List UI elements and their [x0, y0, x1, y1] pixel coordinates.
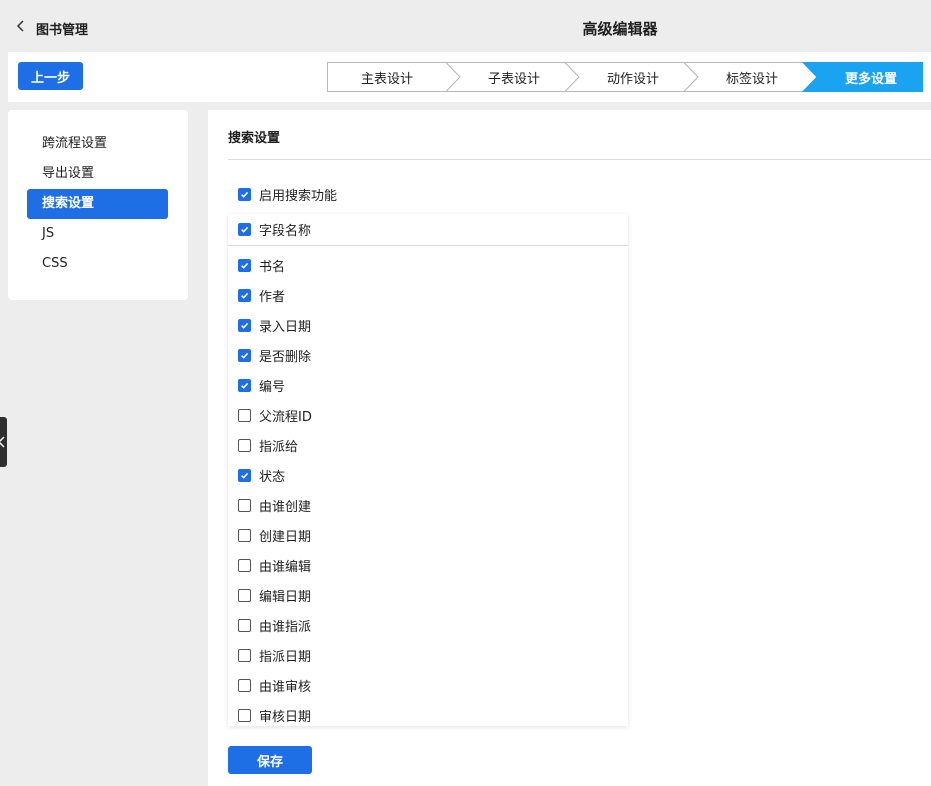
field-checkbox-row[interactable]: 指派给: [238, 435, 298, 455]
checkbox-label: 启用搜索功能: [259, 188, 338, 204]
sidebar-item-js[interactable]: JS: [27, 219, 168, 249]
sidebar-item-cross-flow[interactable]: 跨流程设置: [27, 129, 168, 159]
field-checkbox-row[interactable]: 创建日期: [238, 525, 311, 545]
sidebar-item-export[interactable]: 导出设置: [27, 159, 168, 189]
step-indicator: 主表设计 子表设计 动作设计 标签设计 更多设置: [8, 52, 931, 102]
check-icon: [241, 191, 249, 198]
field-checkbox-row[interactable]: 由谁编辑: [238, 555, 311, 575]
field-label: 由谁指派: [259, 619, 312, 635]
field-checkbox-row[interactable]: 书名: [238, 255, 285, 275]
checkbox-box[interactable]: [238, 258, 251, 272]
top-bar: 图书管理 高级编辑器: [0, 6, 931, 50]
field-checkbox-row[interactable]: 状态: [238, 465, 285, 485]
step-more-settings[interactable]: 更多设置: [837, 68, 905, 87]
field-label: 指派给: [259, 439, 299, 455]
field-label: 是否删除: [259, 349, 312, 365]
field-label: 录入日期: [259, 319, 312, 335]
field-label: 指派日期: [259, 649, 312, 665]
field-checkbox-row[interactable]: 由谁创建: [238, 495, 311, 515]
step-tag-design[interactable]: 标签设计: [718, 68, 786, 87]
checkbox-box[interactable]: [238, 288, 251, 302]
checkbox-box[interactable]: [238, 498, 251, 512]
check-icon: [241, 472, 249, 479]
field-label: 编号: [259, 379, 286, 395]
field-checkbox-row[interactable]: 作者: [238, 285, 285, 305]
checkbox-box[interactable]: [238, 558, 251, 572]
collapse-sidebar-handle[interactable]: [0, 417, 7, 467]
checkbox-box[interactable]: [238, 468, 251, 482]
step-action-design[interactable]: 动作设计: [599, 68, 667, 87]
check-icon: [241, 382, 249, 389]
field-checkbox-row[interactable]: 编号: [238, 375, 285, 395]
field-label: 状态: [259, 469, 286, 485]
checkbox-box[interactable]: [238, 588, 251, 602]
checkbox-box[interactable]: [238, 378, 251, 392]
checkbox-box[interactable]: [238, 678, 251, 692]
field-label: 父流程ID: [259, 409, 312, 425]
check-icon: [241, 226, 249, 233]
field-label: 由谁审核: [259, 679, 312, 695]
field-checkbox-row[interactable]: 由谁审核: [238, 675, 311, 695]
field-label: 作者: [259, 289, 286, 305]
field-checkbox-row[interactable]: 父流程ID: [238, 405, 312, 425]
field-header-label: 字段名称: [259, 223, 312, 239]
checkbox-box[interactable]: [238, 187, 251, 201]
check-icon: [241, 352, 249, 359]
checkbox-box[interactable]: [238, 528, 251, 542]
check-icon: [241, 322, 249, 329]
field-label: 由谁编辑: [259, 559, 312, 575]
checkbox-box[interactable]: [238, 618, 251, 632]
prev-step-button[interactable]: 上一步: [18, 62, 83, 90]
checkbox-box[interactable]: [238, 708, 251, 722]
field-label: 书名: [259, 259, 286, 275]
checkbox-box[interactable]: [238, 408, 251, 422]
checkbox-box[interactable]: [238, 222, 251, 236]
chevron-left-icon: [14, 19, 28, 37]
settings-sidebar: 跨流程设置 导出设置 搜索设置 JS CSS: [8, 110, 188, 300]
checkbox-box[interactable]: [238, 348, 251, 362]
field-label: 由谁创建: [259, 499, 312, 515]
checkbox-box[interactable]: [238, 648, 251, 662]
field-label: 编辑日期: [259, 589, 312, 605]
check-icon: [241, 262, 249, 269]
save-button[interactable]: 保存: [228, 746, 312, 774]
sidebar-item-css[interactable]: CSS: [27, 249, 168, 279]
sidebar-item-search[interactable]: 搜索设置: [27, 189, 168, 219]
step-main-table[interactable]: 主表设计: [353, 68, 421, 87]
field-checkbox-row[interactable]: 编辑日期: [238, 585, 311, 605]
field-checkbox-row[interactable]: 指派日期: [238, 645, 311, 665]
step-bar: 主表设计 子表设计 动作设计 标签设计 更多设置 上一步: [8, 52, 931, 102]
checkbox-box[interactable]: [238, 438, 251, 452]
search-settings-panel: 搜索设置 启用搜索功能 字段名称 书名作者录入日期是否删除编号父流程ID 指派给状…: [208, 110, 931, 786]
divider: [228, 245, 628, 246]
checkbox-box[interactable]: [238, 318, 251, 332]
app-root: 图书管理 高级编辑器 主表设计 子表设计 动作设计 标签设计 更多设置 上一步 …: [0, 0, 931, 786]
step-sub-table[interactable]: 子表设计: [480, 68, 548, 87]
section-title: 搜索设置: [228, 131, 281, 146]
field-checkbox-row[interactable]: 由谁指派: [238, 615, 311, 635]
field-checkbox-row[interactable]: 录入日期: [238, 315, 311, 335]
field-label: 创建日期: [259, 529, 312, 545]
back-title[interactable]: 图书管理: [36, 19, 88, 38]
chevron-left-icon: [0, 436, 5, 448]
check-icon: [241, 292, 249, 299]
field-list: 字段名称 书名作者录入日期是否删除编号父流程ID 指派给状态由谁创建创建日期由谁编…: [228, 214, 628, 726]
back-button[interactable]: 图书管理: [14, 18, 88, 38]
enable-search-checkbox[interactable]: 启用搜索功能: [238, 184, 337, 204]
divider: [228, 159, 931, 160]
field-header-checkbox[interactable]: 字段名称: [238, 219, 311, 239]
field-label: 审核日期: [259, 709, 312, 725]
field-checkbox-row[interactable]: 审核日期: [238, 705, 311, 725]
field-checkbox-row[interactable]: 是否删除: [238, 345, 311, 365]
page-title: 高级编辑器: [582, 20, 658, 38]
